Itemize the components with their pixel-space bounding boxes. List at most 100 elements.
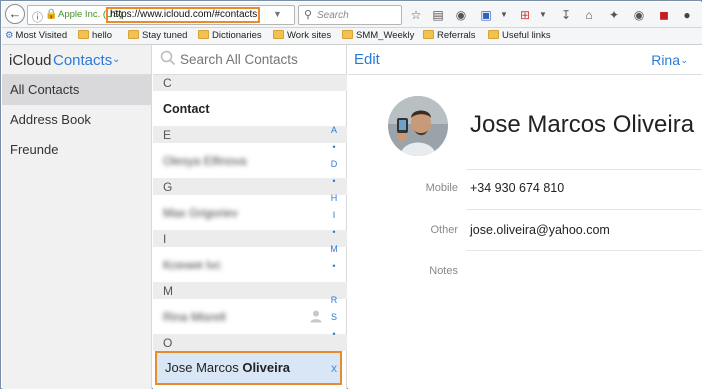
bookmark-smm-weekly[interactable]: SMM_Weekly: [342, 30, 414, 41]
index-dot[interactable]: •: [328, 261, 340, 271]
folder-icon: [488, 30, 499, 39]
field-value-mobile[interactable]: +34 930 674 810: [470, 181, 564, 195]
bookmark-dictionaries[interactable]: Dictionaries: [198, 30, 262, 41]
index-letter[interactable]: D: [328, 159, 340, 169]
index-dot[interactable]: •: [328, 329, 340, 339]
section-header-e: E: [153, 127, 347, 143]
index-letter[interactable]: M: [328, 244, 340, 254]
extension-plus-icon[interactable]: ⊞: [517, 7, 533, 23]
index-dot[interactable]: •: [328, 227, 340, 237]
index-letter[interactable]: I: [328, 210, 340, 220]
field-value-email[interactable]: jose.oliveira@yahoo.com: [470, 223, 610, 237]
pocket-icon[interactable]: ◉: [453, 7, 469, 23]
divider: [466, 209, 702, 210]
bookmark-useful-links[interactable]: Useful links: [488, 30, 551, 41]
sidebar-item-address-book[interactable]: Address Book: [2, 105, 152, 135]
section-header-o: O: [153, 335, 347, 351]
browser-toolbar: ← ⓘ 🔒 Apple Inc. (US) https://www.icloud…: [2, 2, 702, 28]
contact-detail: Edit Rina ⌄ Jose Marcos Oliveira Mobile …: [348, 45, 702, 389]
contact-name: Max Grigoriev: [163, 206, 238, 220]
contact-last-name: Oliveira: [242, 360, 291, 375]
contact-name: Olesya Elfinova: [163, 154, 247, 168]
contact-name: Contact: [163, 102, 210, 116]
contact-row[interactable]: Olesya Elfinova: [153, 143, 347, 179]
index-dot[interactable]: •: [328, 142, 340, 152]
edit-button[interactable]: Edit: [354, 51, 380, 68]
url-text[interactable]: https://www.icloud.com/#contacts: [106, 7, 260, 23]
bookmark-star-icon[interactable]: ☆: [408, 7, 424, 23]
index-letter[interactable]: R: [328, 295, 340, 305]
brand-label: iCloud: [9, 52, 52, 69]
folder-icon: [342, 30, 353, 39]
extension-bird-icon[interactable]: ✦: [606, 7, 622, 23]
browser-window: ← ⓘ 🔒 Apple Inc. (US) https://www.icloud…: [0, 0, 702, 389]
groups-sidebar: iCloud Contacts ⌄ All Contacts Address B…: [2, 45, 152, 389]
contacts-search-input[interactable]: [180, 52, 330, 67]
info-icon[interactable]: ⓘ: [32, 9, 43, 25]
app-switcher[interactable]: Contacts: [53, 52, 112, 69]
search-icon: [160, 50, 176, 66]
lock-icon: 🔒: [45, 9, 58, 20]
index-letter[interactable]: X: [328, 364, 340, 374]
bookmark-most-visited[interactable]: ⚙ Most Visited: [5, 30, 67, 41]
divider: [466, 250, 702, 251]
search-icon: ⚲: [304, 9, 313, 21]
avatar: [388, 96, 448, 156]
section-header-m: M: [153, 283, 347, 299]
bookmarks-bar: ⚙ Most Visited hello Stay tuned Dictionar…: [2, 28, 702, 45]
contact-name: Rina Misrell: [163, 310, 226, 324]
index-letter[interactable]: H: [328, 193, 340, 203]
contacts-list: C Contact E Olesya Elfinova G Max Grigor…: [153, 45, 347, 389]
sidebar-header: iCloud Contacts ⌄: [2, 45, 152, 75]
divider: [466, 169, 702, 170]
section-header-c: C: [153, 75, 347, 91]
save-icon[interactable]: ▣: [478, 7, 494, 23]
index-letter[interactable]: S: [328, 312, 340, 322]
index-letter[interactable]: A: [328, 125, 340, 135]
url-bar[interactable]: ⓘ 🔒 Apple Inc. (US) https://www.icloud.c…: [27, 5, 315, 25]
contact-row[interactable]: Contact: [153, 91, 347, 127]
contact-row-selected[interactable]: Jose Marcos Oliveira: [155, 351, 342, 385]
chevron-down-icon[interactable]: ▼: [535, 7, 551, 23]
folder-icon: [128, 30, 139, 39]
field-label-other: Other: [430, 224, 458, 236]
icloud-contacts-app: iCloud Contacts ⌄ All Contacts Address B…: [2, 45, 702, 389]
bookmark-stay-tuned[interactable]: Stay tuned: [128, 30, 187, 41]
folder-icon: [78, 30, 89, 39]
sidebar-item-all-contacts[interactable]: All Contacts: [2, 75, 152, 105]
url-dropdown-icon[interactable]: ▼: [273, 9, 282, 19]
extension-bag-icon[interactable]: ◉: [631, 7, 647, 23]
chevron-down-icon[interactable]: ▼: [496, 7, 512, 23]
contact-full-name: Jose Marcos Oliveira: [470, 111, 695, 138]
list-header: [153, 45, 347, 75]
bookmark-hello[interactable]: hello: [78, 30, 112, 41]
contact-row[interactable]: Rina Misrell: [153, 299, 347, 335]
gear-icon: ⚙: [5, 30, 14, 41]
section-header-i: I: [153, 231, 347, 247]
account-menu[interactable]: Rina: [651, 52, 680, 68]
extension-s-icon[interactable]: ●: [679, 7, 695, 23]
download-icon[interactable]: ↧: [558, 7, 574, 23]
sidebar-item-freunde[interactable]: Freunde: [2, 135, 152, 165]
chevron-down-icon[interactable]: ⌄: [112, 54, 120, 65]
chevron-down-icon[interactable]: ⌄: [680, 55, 688, 66]
bookmark-work-sites[interactable]: Work sites: [273, 30, 331, 41]
contact-row[interactable]: Ксения Ivc: [153, 247, 347, 283]
folder-icon: [273, 30, 284, 39]
reading-list-icon[interactable]: ▤: [430, 7, 446, 23]
detail-header: Edit Rina ⌄: [348, 45, 702, 75]
back-button[interactable]: ←: [5, 4, 25, 24]
field-label-mobile: Mobile: [425, 182, 458, 194]
ublock-icon[interactable]: ◼: [656, 7, 672, 23]
contact-name: Ксения Ivc: [163, 258, 222, 272]
bookmark-referrals[interactable]: Referrals: [423, 30, 476, 41]
contact-row[interactable]: Max Grigoriev: [153, 195, 347, 231]
browser-search-placeholder: Search: [317, 10, 349, 21]
person-icon: [310, 310, 322, 323]
browser-search-box[interactable]: ⚲ Search: [298, 5, 402, 25]
contact-first-name: Jose Marcos: [165, 360, 239, 375]
folder-icon: [198, 30, 209, 39]
home-icon[interactable]: ⌂: [581, 7, 597, 23]
index-dot[interactable]: •: [328, 176, 340, 186]
avatar-photo: [388, 96, 448, 156]
